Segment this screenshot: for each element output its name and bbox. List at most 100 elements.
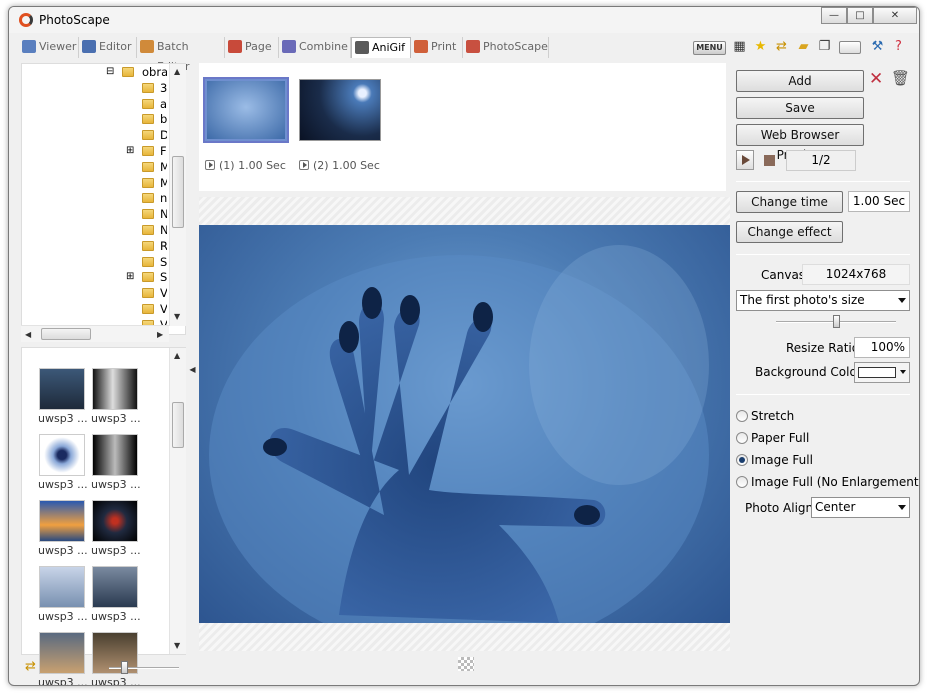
convert-icon[interactable]: ⇄ [25,659,36,674]
radio-option[interactable]: Image Full (No Enlargement) [736,474,919,492]
thumbnail-image[interactable] [92,434,138,476]
tree-item[interactable]: N [22,206,167,222]
stop-button[interactable] [764,155,775,166]
frame-2-duration[interactable]: (2) 1.00 Sec [299,159,380,172]
maximize-button[interactable]: □ [847,7,873,24]
tree-item[interactable]: ⊞ S [22,269,167,285]
expand-icon[interactable]: ⊞ [126,145,134,156]
star-icon[interactable]: ★ [752,39,769,56]
frame-thumbnail-selected[interactable] [203,77,289,143]
panel-splitter[interactable]: ◀ [189,325,196,415]
photoscape-logo-icon [19,13,33,27]
help-icon[interactable]: ? [890,39,907,56]
tree-item[interactable]: M [22,159,167,175]
frame-thumbnail[interactable] [299,79,381,141]
radio-option[interactable]: Image Full [736,452,914,470]
tab-label: AniGif [372,41,406,54]
scroll-thumb[interactable] [172,402,184,448]
canvas-slider-handle[interactable] [833,315,840,328]
trash-icon[interactable]: 🗑 [891,69,910,87]
change-time-button[interactable]: Change time [736,191,843,213]
minimize-button[interactable]: — [821,7,847,24]
thumbnail-image[interactable] [39,566,85,608]
tree-item[interactable]: S [22,254,167,270]
tree-horizontal-scrollbar[interactable]: ◀ ▶ [21,325,169,342]
film-icon[interactable]: ▦ [731,39,748,56]
tab-batch-editor[interactable]: Batch Editor [137,37,225,73]
tools-icon[interactable]: ⚒ [869,39,886,56]
canvas-size-dropdown[interactable]: The first photo's size [736,290,910,311]
divider [736,181,910,182]
zoom-slider-handle[interactable] [121,661,128,674]
radio-button[interactable] [736,410,748,422]
thumbs-vertical-scrollbar[interactable]: ▲ ▼ [169,348,186,654]
thumbnail-image[interactable] [92,368,138,410]
folder-icon[interactable]: ▰ [795,39,812,56]
thumbnail-image[interactable] [39,368,85,410]
radio-option[interactable]: Stretch [736,408,914,426]
transparency-icon[interactable] [458,657,474,671]
thumbnail-image[interactable] [92,566,138,608]
close-button[interactable]: ✕ [873,7,917,24]
tree-item[interactable]: M [22,175,167,191]
add-button[interactable]: Add [736,70,864,92]
tab-editor[interactable]: Editor [79,37,137,58]
thumbnail-image[interactable] [39,434,85,476]
print-icon [414,40,428,53]
tab-combine[interactable]: Combine [279,37,351,58]
web-browser-preview-button[interactable]: Web Browser Preview [736,124,864,162]
radio-button[interactable] [736,432,748,444]
chevron-down-icon [898,298,906,303]
tab-photoscape[interactable]: PhotoScape [463,37,549,58]
expand-icon[interactable]: ⊞ [126,271,134,282]
radio-button[interactable] [736,476,748,488]
tree-item[interactable]: V [22,285,167,301]
delete-icon[interactable]: ✕ [869,69,883,89]
change-effect-button[interactable]: Change effect [736,221,843,243]
zoom-slider[interactable] [109,667,179,669]
photo-align-dropdown[interactable]: Center [811,497,910,518]
editor-icon [82,40,96,53]
tree-item[interactable]: D [22,127,167,143]
batch-editor-icon [140,40,154,53]
tree-item[interactable]: 3 [22,80,167,96]
background-color-picker[interactable] [854,362,910,383]
thumbnail-image[interactable] [39,500,85,542]
frame-1-duration[interactable]: (1) 1.00 Sec [205,159,286,172]
scroll-thumb[interactable] [172,156,184,228]
radio-option[interactable]: Paper Full [736,430,914,448]
tree-item[interactable]: ⊞ F [22,143,167,159]
tree-item[interactable]: ⊟ obra [22,64,167,80]
screen-icon[interactable] [839,41,861,54]
menu-button[interactable]: MENU [693,41,726,55]
tab-anigif[interactable]: AniGif [351,37,411,58]
tab-page[interactable]: Page [225,37,279,58]
radio-button[interactable] [736,454,748,466]
resize-ratio-field[interactable]: 100% [854,337,910,358]
convert-icon[interactable]: ⇄ [773,39,790,56]
tab-print[interactable]: Print [411,37,463,58]
tree-item[interactable]: R [22,238,167,254]
tab-viewer[interactable]: Viewer [19,37,79,58]
scroll-down-icon[interactable]: ▼ [174,641,180,651]
folder-icon [142,256,154,267]
tree-item[interactable]: a [22,96,167,112]
scroll-left-icon[interactable]: ◀ [25,330,31,340]
tree-item[interactable]: V [22,301,167,317]
copy-icon[interactable]: ❐ [816,39,833,56]
thumbnail-image[interactable] [92,500,138,542]
tree-vertical-scrollbar[interactable]: ▲ ▼ [169,64,186,326]
scroll-up-icon[interactable]: ▲ [174,67,180,77]
scroll-up-icon[interactable]: ▲ [174,351,180,361]
tab-label: Editor [99,40,132,53]
time-value-field[interactable]: 1.00 Sec [848,191,910,212]
tree-item[interactable]: b [22,111,167,127]
tree-item[interactable]: n [22,190,167,206]
tree-item[interactable]: N [22,222,167,238]
scroll-down-icon[interactable]: ▼ [174,312,180,322]
save-button[interactable]: Save [736,97,864,119]
play-button[interactable] [736,150,754,170]
scroll-right-icon[interactable]: ▶ [157,330,163,340]
scroll-thumb[interactable] [41,328,91,340]
collapse-icon[interactable]: ⊟ [106,66,114,77]
